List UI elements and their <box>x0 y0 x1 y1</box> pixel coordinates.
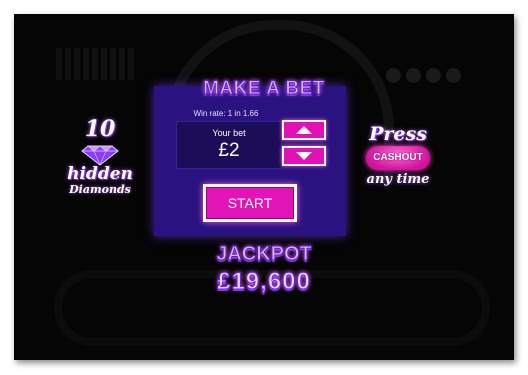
jackpot-label: JACKPOT <box>216 243 313 266</box>
bet-value: £2 <box>218 140 240 161</box>
cashout-badge: CASHOUT <box>366 146 430 170</box>
panel-title: MAKE A BET <box>203 78 325 100</box>
promo-word-diamonds: Diamonds <box>69 183 131 196</box>
background-logo-ghost <box>56 48 136 80</box>
arrow-down-icon <box>296 152 312 160</box>
win-rate-text: Win rate: 1 in 1.66 <box>193 109 259 118</box>
arrow-up-icon <box>296 126 312 134</box>
diamond-icon <box>81 145 119 166</box>
promo-press-text: Press <box>369 123 427 145</box>
hidden-diamonds-promo: 10 hidden Diamonds <box>64 118 136 208</box>
promo-anytime-text: any time <box>366 172 430 187</box>
decrease-bet-button[interactable] <box>282 146 326 166</box>
bet-label: Your bet <box>212 128 246 138</box>
cashout-promo: Press CASHOUT any time <box>358 124 438 188</box>
start-button[interactable]: START <box>203 184 297 222</box>
promo-word-hidden: hidden <box>67 164 133 184</box>
bet-display: Your bet £2 <box>176 121 282 169</box>
jackpot-amount: £19,600 <box>217 268 311 296</box>
promo-number: 10 <box>84 116 116 142</box>
increase-bet-button[interactable] <box>282 120 326 140</box>
